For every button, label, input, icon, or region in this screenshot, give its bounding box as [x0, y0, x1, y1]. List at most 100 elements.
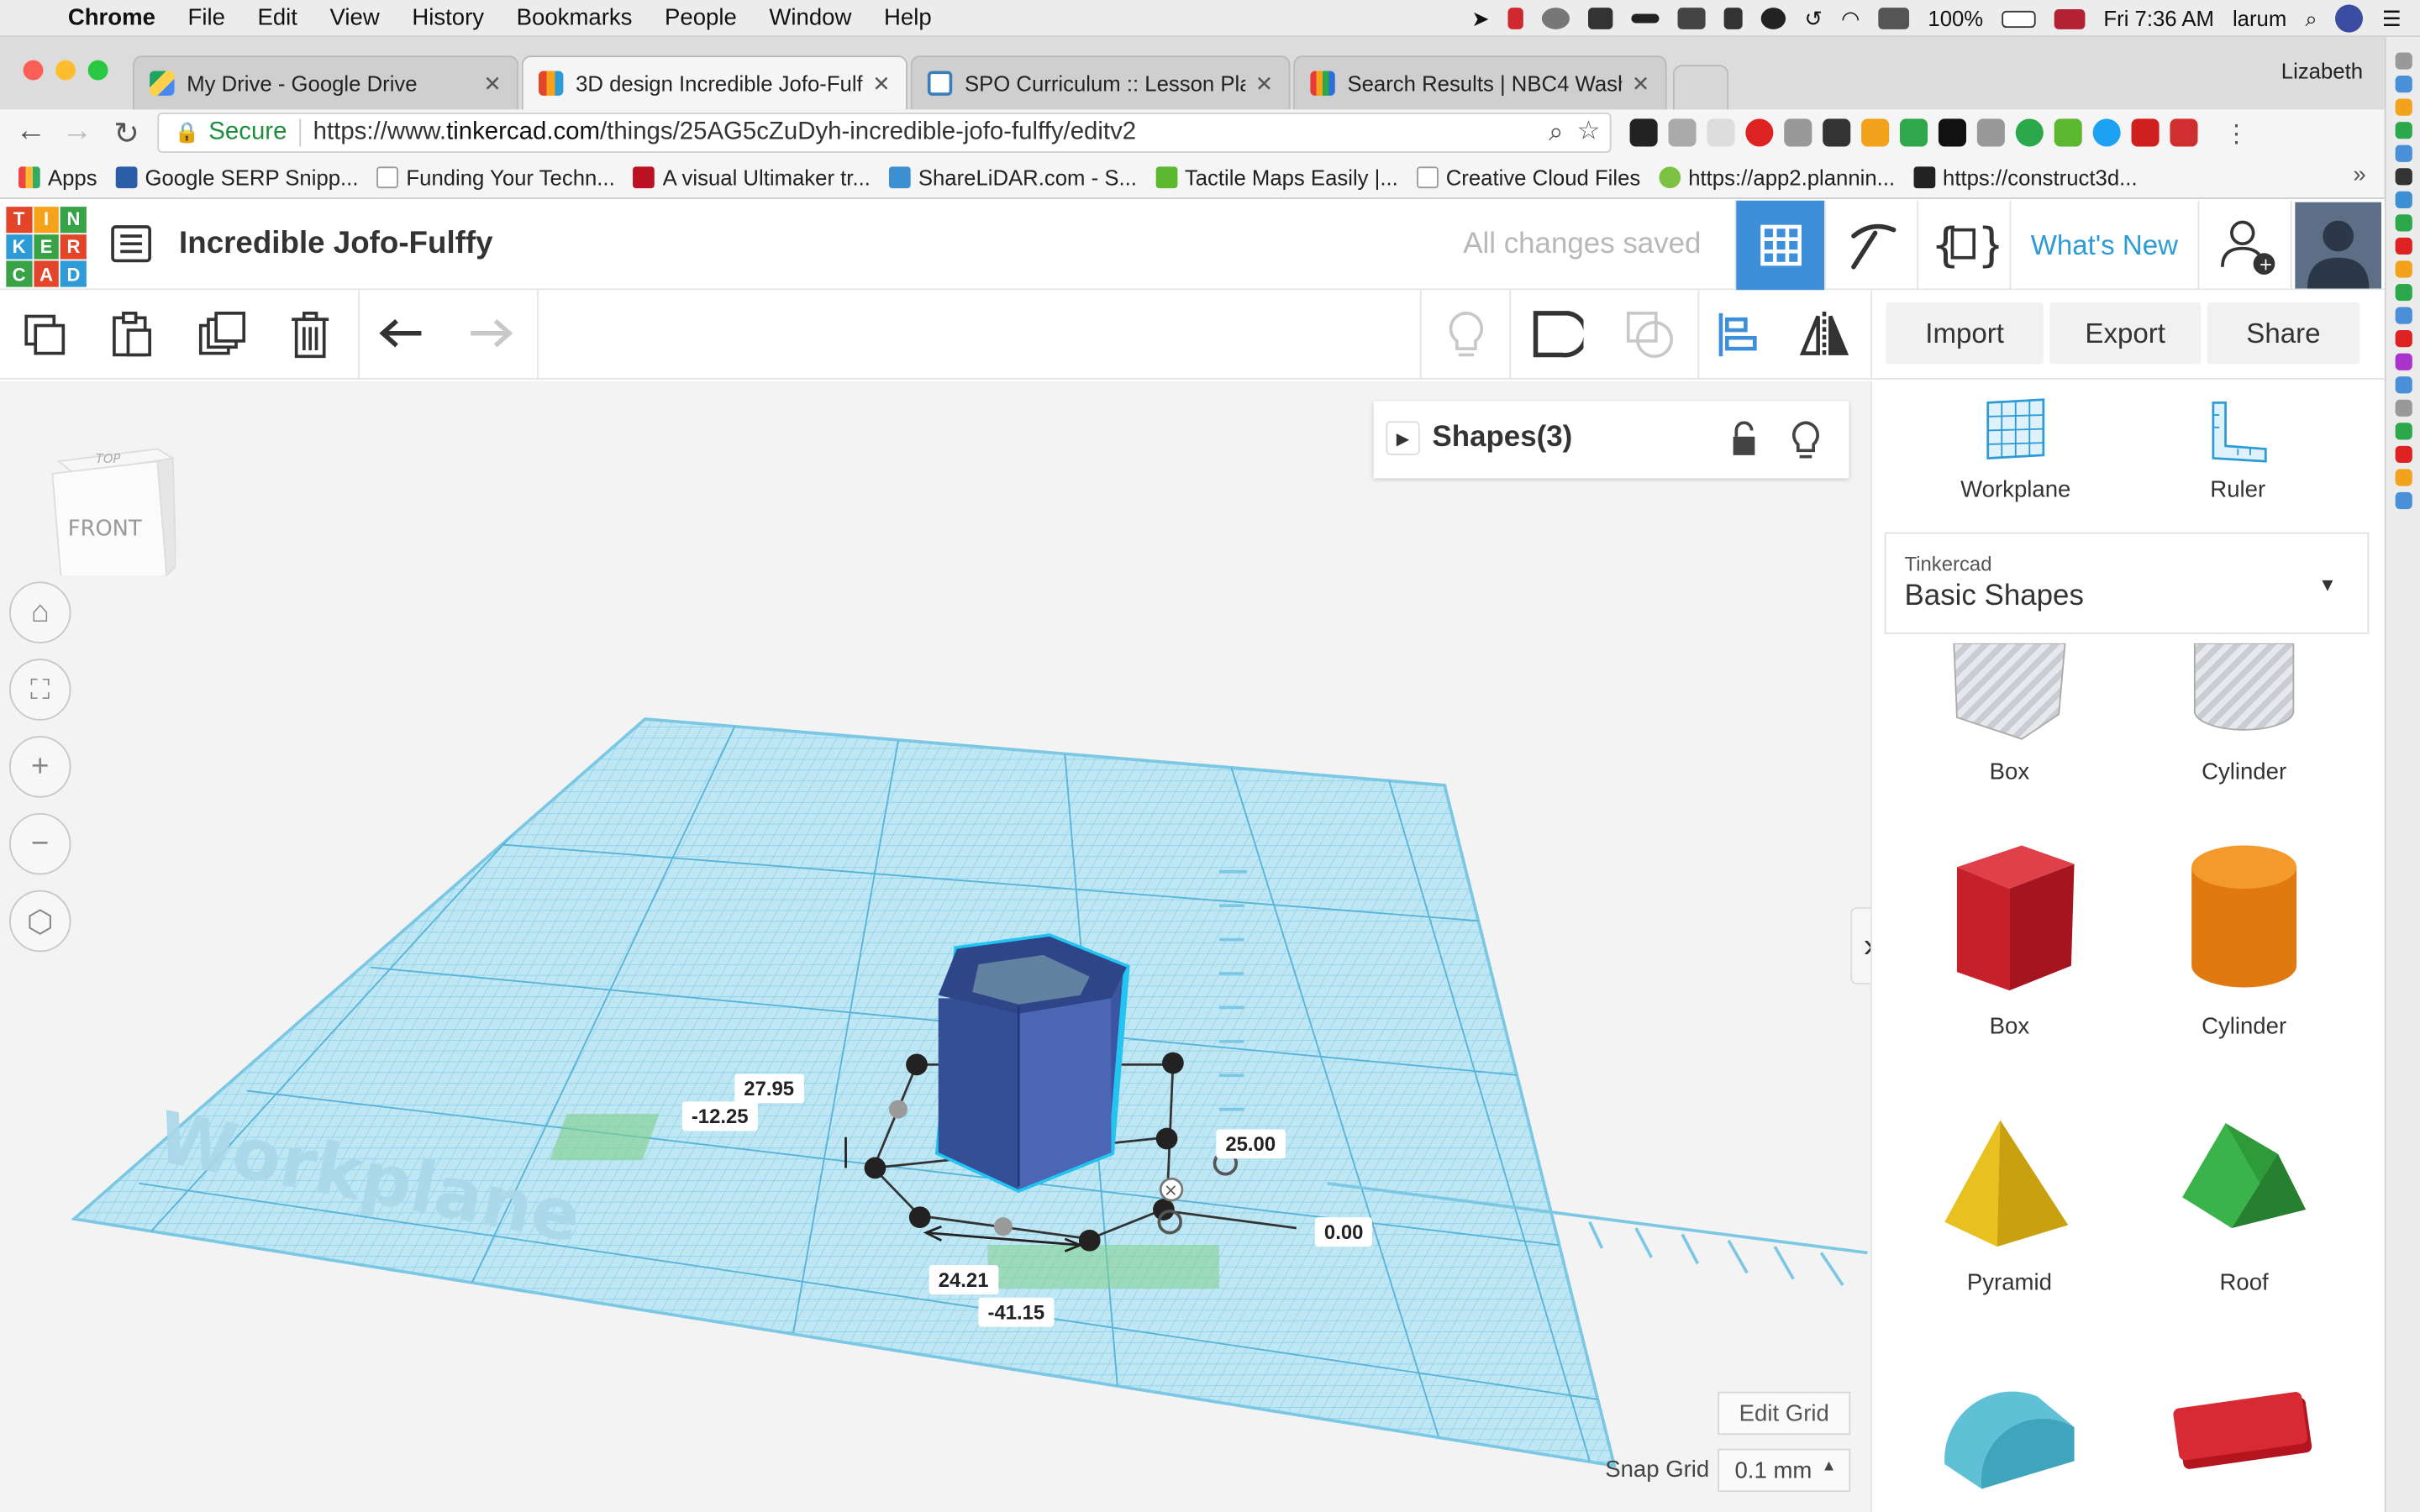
undo-button[interactable] — [376, 308, 429, 360]
airplay-icon[interactable] — [1878, 8, 1910, 29]
tab-tinkercad[interactable]: 3D design Incredible Jofo-Fulfy ✕ — [521, 55, 908, 110]
group-button[interactable] — [1531, 308, 1584, 360]
battery-mini-icon[interactable] — [1631, 13, 1660, 24]
shape-box-hole[interactable]: Box — [1917, 642, 2102, 785]
perspective-button[interactable]: ⬡ — [9, 890, 71, 953]
ungroup-button[interactable] — [1623, 308, 1676, 360]
y-offset-dimension[interactable]: -12.25 — [681, 1101, 758, 1131]
download-icon[interactable] — [2015, 118, 2044, 147]
pinterest-icon[interactable] — [1745, 118, 1774, 147]
ext-icon[interactable] — [2394, 122, 2412, 139]
ext-icon[interactable] — [1823, 118, 1851, 147]
back-icon[interactable]: ← — [13, 114, 50, 150]
bookmark-item[interactable]: ShareLiDAR.com - S... — [888, 165, 1137, 189]
bookmark-item[interactable]: Creative Cloud Files — [1416, 165, 1640, 189]
bookmark-item[interactable]: A visual Ultimaker tr... — [633, 165, 871, 189]
flash-icon[interactable] — [2131, 118, 2160, 147]
ext-icon[interactable] — [2394, 307, 2412, 324]
x-offset-dimension[interactable]: -41.15 — [978, 1297, 1055, 1327]
snap-grid-select[interactable]: 0.1 mm ▲ — [1718, 1448, 1851, 1493]
bookmarks-overflow[interactable]: » — [2353, 162, 2365, 188]
bookmark-apps[interactable]: Apps — [18, 165, 97, 189]
bookmark-item[interactable]: https://app2.plannin... — [1659, 165, 1895, 189]
elevation-dimension[interactable]: 0.00 — [1314, 1217, 1373, 1247]
ext-icon[interactable] — [2394, 52, 2412, 70]
clock[interactable]: Fri 7:36 AM — [2103, 6, 2213, 30]
ext-icon[interactable] — [2394, 353, 2412, 370]
ext-icon[interactable] — [2394, 399, 2412, 417]
z-size-dimension[interactable]: 25.00 — [1216, 1129, 1286, 1159]
expand-shapes-button[interactable]: ▶ — [1386, 421, 1420, 455]
lock-icon[interactable] — [1724, 8, 1744, 29]
handle[interactable] — [864, 1157, 886, 1179]
tinkercad-logo[interactable]: T I N K E R C A D — [6, 207, 87, 287]
menu-app-chrome[interactable]: Chrome — [68, 5, 155, 31]
tab-google-drive[interactable]: My Drive - Google Drive ✕ — [132, 55, 519, 110]
workplane-tool[interactable]: Workplane — [1923, 396, 2108, 503]
pause-icon[interactable] — [1507, 8, 1524, 29]
3d-workspace[interactable]: Workplane × TOP FRONT ⌂ ⛶ + − ⬡ ▶ Shapes… — [0, 381, 1871, 1512]
ext-icon[interactable] — [2394, 214, 2412, 232]
battery-percent[interactable]: 100% — [1928, 6, 1983, 30]
zoom-out-button[interactable]: − — [9, 812, 71, 875]
handle[interactable] — [1078, 1229, 1101, 1252]
delete-button[interactable] — [284, 308, 336, 360]
menu-bookmarks[interactable]: Bookmarks — [517, 5, 633, 31]
tab-nbc4[interactable]: Search Results | NBC4 Washin ✕ — [1293, 55, 1667, 110]
shape-box[interactable]: Box — [1917, 837, 2102, 1040]
evernote-icon[interactable] — [1761, 8, 1786, 29]
address-bar[interactable]: 🔒 Secure https://www.tinkercad.com/thing… — [157, 113, 1612, 153]
bookmark-item[interactable]: Tactile Maps Easily |... — [1155, 165, 1398, 189]
handle[interactable] — [888, 1100, 908, 1119]
notes-button[interactable] — [1440, 308, 1492, 360]
ext-icon[interactable] — [2394, 144, 2412, 162]
ext-icon[interactable] — [1900, 118, 1928, 147]
ext-icon[interactable] — [1784, 118, 1812, 147]
ext-icon[interactable] — [2394, 168, 2412, 186]
close-window-button[interactable] — [23, 60, 44, 81]
design-title[interactable]: Incredible Jofo-Fulffy — [179, 227, 492, 262]
handle[interactable] — [908, 1206, 931, 1229]
spotlight-icon[interactable]: ⌕ — [2305, 5, 2317, 31]
ext-icon[interactable] — [2394, 283, 2412, 302]
ext-icon[interactable] — [2394, 445, 2412, 464]
tab-spo-curriculum[interactable]: SPO Curriculum :: Lesson Plan ✕ — [910, 55, 1291, 110]
drive-icon[interactable] — [1588, 8, 1613, 29]
close-tab-icon[interactable]: ✕ — [872, 71, 891, 97]
shape-cylinder[interactable]: Cylinder — [2151, 837, 2336, 1040]
copy-button[interactable] — [18, 308, 71, 360]
edit-grid-button[interactable]: Edit Grid — [1718, 1391, 1851, 1436]
bookmark-item[interactable]: https://construct3d... — [1913, 165, 2138, 189]
handle[interactable] — [993, 1217, 1013, 1236]
menu-people[interactable]: People — [665, 5, 737, 31]
shape-roof[interactable]: Roof — [2151, 1114, 2336, 1296]
handle[interactable] — [1155, 1127, 1178, 1150]
ext-icon[interactable] — [2394, 75, 2412, 93]
ext-icon[interactable] — [1861, 118, 1890, 147]
zoom-in-button[interactable]: + — [9, 736, 71, 798]
ext-icon[interactable] — [2394, 491, 2412, 510]
ext-icon[interactable] — [2394, 237, 2412, 255]
ext-icon[interactable] — [1707, 118, 1735, 147]
time-machine-icon[interactable]: ↺ — [1805, 5, 1823, 31]
ext-icon[interactable] — [2394, 330, 2412, 348]
reload-icon[interactable]: ↻ — [108, 114, 145, 153]
ruler-tool[interactable]: Ruler — [2145, 396, 2330, 503]
handle[interactable] — [906, 1053, 928, 1076]
menu-help[interactable]: Help — [884, 5, 932, 31]
ext-icon[interactable] — [2054, 118, 2082, 147]
share-button[interactable]: Share — [2207, 302, 2360, 365]
avatar[interactable] — [2290, 200, 2385, 291]
codeblocks-button[interactable]: {} — [1917, 200, 2009, 291]
camera-icon[interactable] — [1976, 118, 2005, 147]
close-tab-icon[interactable]: ✕ — [483, 71, 502, 97]
import-button[interactable]: Import — [1886, 302, 2044, 365]
lightbulb-icon[interactable] — [1791, 420, 1822, 460]
zoom-window-button[interactable] — [87, 60, 108, 81]
siri-icon[interactable] — [2335, 4, 2364, 33]
designs-list-icon[interactable] — [111, 225, 151, 263]
creative-cloud-icon[interactable] — [1542, 8, 1570, 29]
ext-icon[interactable] — [2394, 469, 2412, 486]
home-view-button[interactable]: ⌂ — [9, 581, 71, 643]
shape-cylinder-hole[interactable]: Cylinder — [2151, 642, 2336, 785]
